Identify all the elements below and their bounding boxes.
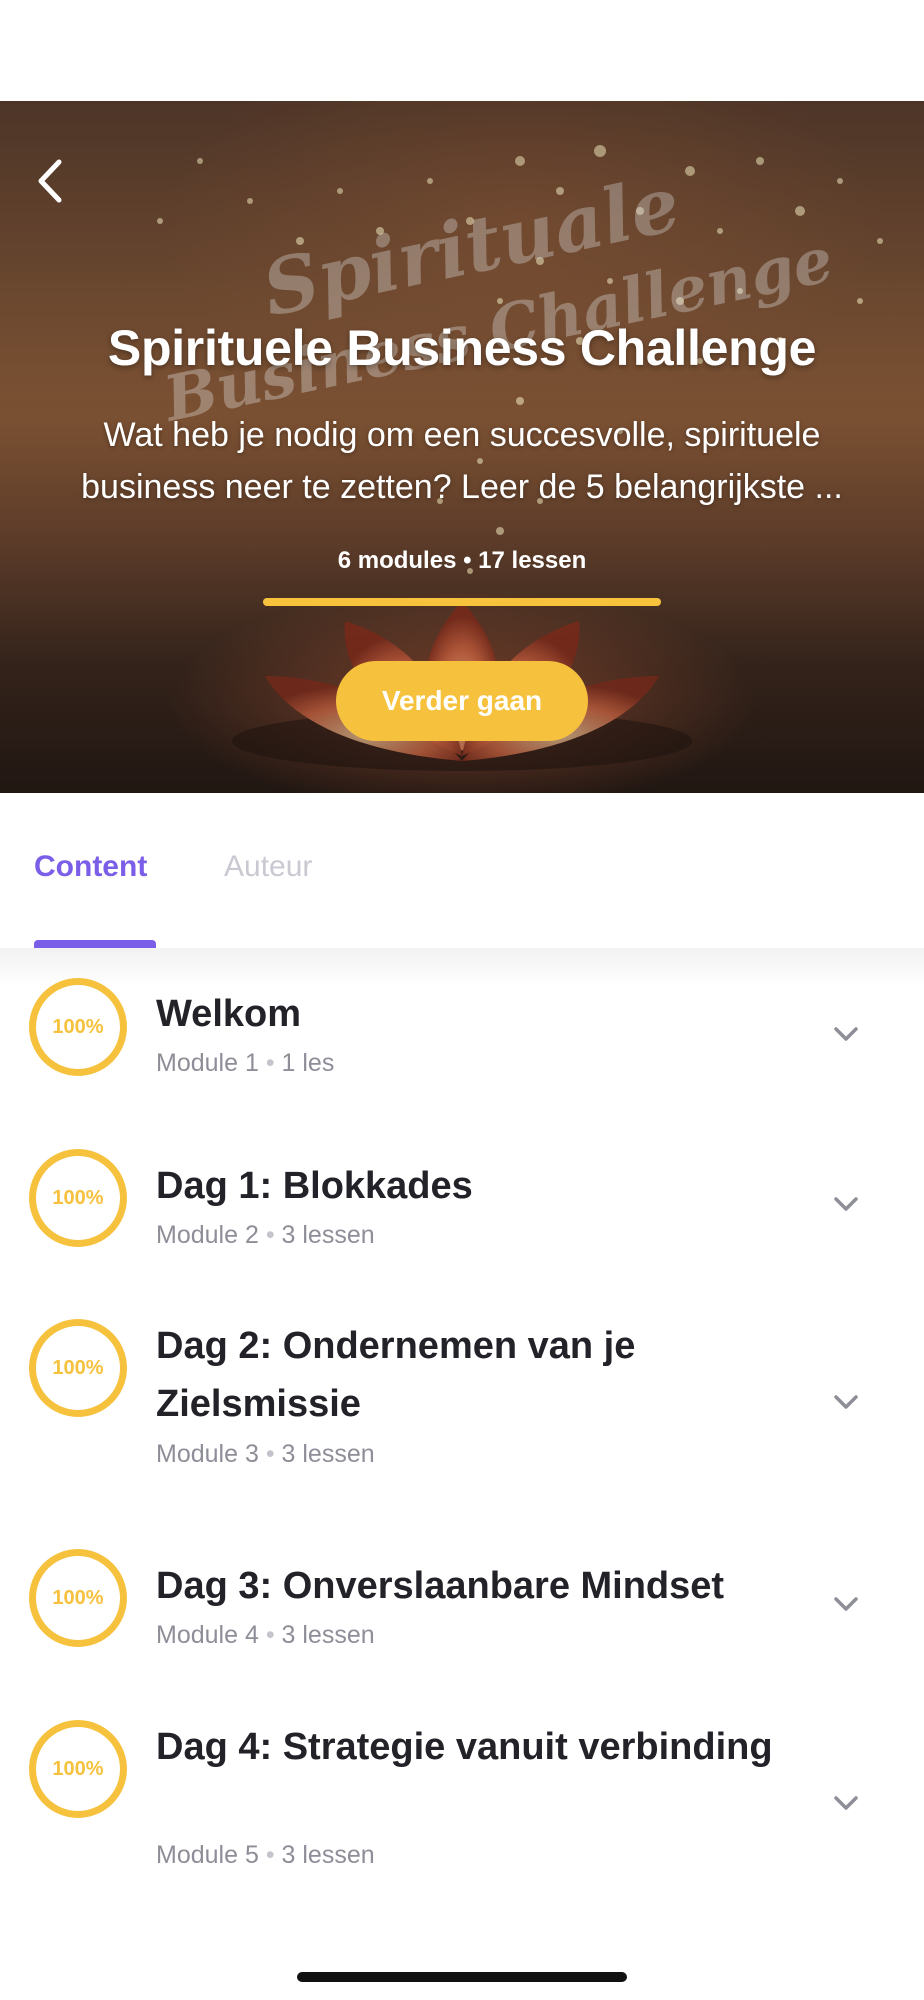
module-title: Dag 2: Ondernemen van je Zielsmissie bbox=[156, 1325, 636, 1425]
module-lessons: 3 lessen bbox=[281, 1621, 375, 1649]
expand-toggle[interactable] bbox=[826, 1184, 866, 1224]
course-progress-bar bbox=[263, 598, 661, 606]
expand-toggle[interactable] bbox=[826, 1382, 866, 1422]
module-title: Welkom bbox=[156, 993, 302, 1035]
module-row[interactable]: 100% Welkom Module 1 • 1 les bbox=[0, 948, 924, 1120]
course-meta: 6 modules • 17 lessen bbox=[0, 547, 924, 575]
tab-bar: Content Auteur bbox=[0, 793, 924, 948]
chevron-down-icon bbox=[834, 1395, 858, 1409]
back-button[interactable] bbox=[22, 151, 78, 211]
progress-ring: 100% bbox=[29, 978, 127, 1076]
subtitle-separator: • bbox=[265, 1621, 275, 1649]
module-number: Module 1 bbox=[156, 1049, 259, 1077]
module-subtitle: Module 5 • 3 lessen bbox=[156, 1841, 375, 1870]
module-title: Dag 3: Onverslaanbare Mindset bbox=[156, 1565, 725, 1607]
module-lessons: 3 lessen bbox=[281, 1221, 375, 1249]
continue-button[interactable]: Verder gaan bbox=[336, 661, 588, 741]
lessons-count: 17 lessen bbox=[478, 547, 587, 574]
module-row[interactable]: 100% Dag 1: Blokkades Module 2 • 3 lesse… bbox=[0, 1120, 924, 1290]
module-subtitle: Module 2 • 3 lessen bbox=[156, 1221, 375, 1250]
module-lessons: 1 les bbox=[281, 1049, 335, 1077]
meta-separator: • bbox=[463, 547, 472, 574]
active-tab-indicator bbox=[34, 940, 156, 948]
module-lessons: 3 lessen bbox=[281, 1440, 375, 1468]
module-lessons: 3 lessen bbox=[281, 1841, 375, 1869]
progress-ring: 100% bbox=[29, 1149, 127, 1247]
chevron-down-icon bbox=[834, 1796, 858, 1810]
module-row[interactable]: 100% Dag 4: Strategie vanuit verbinding … bbox=[0, 1691, 924, 1921]
modules-count: 6 modules bbox=[337, 547, 457, 574]
tab-content[interactable]: Content bbox=[34, 850, 147, 884]
module-subtitle: Module 4 • 3 lessen bbox=[156, 1621, 375, 1650]
module-number: Module 4 bbox=[156, 1621, 259, 1649]
module-subtitle: Module 3 • 3 lessen bbox=[156, 1440, 375, 1469]
chevron-down-icon bbox=[834, 1597, 858, 1611]
module-list: 100% Welkom Module 1 • 1 les 100% Dag 1:… bbox=[0, 948, 924, 1921]
module-number: Module 3 bbox=[156, 1440, 259, 1468]
course-hero: Spirituale Business Challenge Spirituele… bbox=[0, 101, 924, 793]
module-number: Module 5 bbox=[156, 1841, 259, 1869]
tab-author[interactable]: Auteur bbox=[224, 850, 312, 884]
progress-ring: 100% bbox=[29, 1720, 127, 1818]
expand-toggle[interactable] bbox=[826, 1584, 866, 1624]
course-title: Spirituele Business Challenge bbox=[107, 320, 817, 376]
progress-ring: 100% bbox=[29, 1549, 127, 1647]
chevron-down-icon bbox=[834, 1197, 858, 1211]
module-title: Dag 1: Blokkades bbox=[156, 1165, 473, 1207]
subtitle-separator: • bbox=[265, 1049, 275, 1077]
status-bar bbox=[0, 0, 924, 101]
module-row[interactable]: 100% Dag 2: Ondernemen van je Zielsmissi… bbox=[0, 1290, 924, 1520]
module-row[interactable]: 100% Dag 3: Onverslaanbare Mindset Modul… bbox=[0, 1520, 924, 1691]
subtitle-separator: • bbox=[265, 1841, 275, 1869]
subtitle-separator: • bbox=[265, 1221, 275, 1249]
module-subtitle: Module 1 • 1 les bbox=[156, 1049, 334, 1078]
module-number: Module 2 bbox=[156, 1221, 259, 1249]
chevron-left-icon bbox=[38, 159, 62, 203]
course-progress-fill bbox=[263, 598, 661, 606]
expand-toggle[interactable] bbox=[826, 1783, 866, 1823]
chevron-down-icon bbox=[834, 1027, 858, 1041]
module-title: Dag 4: Strategie vanuit verbinding bbox=[156, 1726, 773, 1768]
home-indicator bbox=[297, 1972, 627, 1982]
course-description: Wat heb je nodig om een succesvolle, spi… bbox=[81, 416, 843, 506]
expand-toggle[interactable] bbox=[826, 1014, 866, 1054]
progress-ring: 100% bbox=[29, 1319, 127, 1417]
subtitle-separator: • bbox=[265, 1440, 275, 1468]
